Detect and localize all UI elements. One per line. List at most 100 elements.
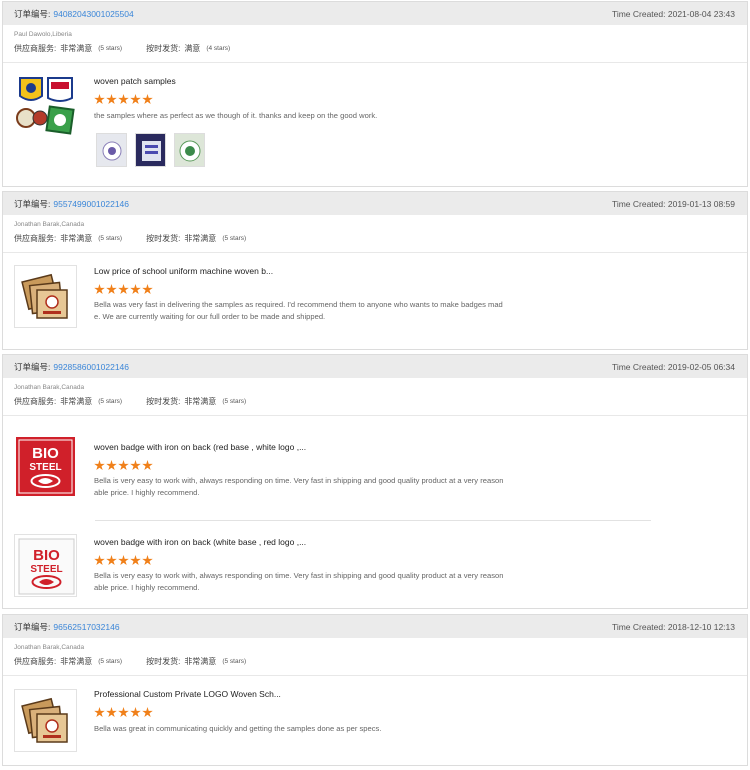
- star-rating: [94, 284, 153, 295]
- time-label: Time Created:: [611, 621, 666, 632]
- time-created: Time Created: 2018-12-10 12:13: [612, 622, 735, 632]
- review-item: BIO STEEL woven badge with iron on back …: [3, 521, 747, 613]
- star-icon: [142, 94, 153, 105]
- product-title[interactable]: woven badge with iron on back (white bas…: [94, 537, 306, 547]
- review-card: 订单编号: 95574990010221​46 Time Created: 201…: [2, 191, 748, 350]
- shipping-stars: (4 stars): [206, 45, 231, 52]
- shipping-rating: 非常满意: [184, 657, 217, 666]
- card-header: 订单编号: 95574990010221​46 Time Created: 201…: [3, 192, 747, 215]
- order-number-link[interactable]: 95574990010221​46: [53, 199, 129, 209]
- ratings-row: 供应商服务: 非常满意 (5 stars) 按时发货: 非常满意 (5 stars): [14, 656, 747, 667]
- star-icon: [106, 284, 117, 295]
- ratings-row: 供应商服务: 非常满意 (5 stars) 按时发货: 非常满意 (5 stars): [14, 233, 747, 244]
- review-item: Professional Custom Private LOGO Woven S…: [3, 676, 747, 760]
- review-photos: [96, 133, 205, 167]
- star-icon: [130, 460, 141, 471]
- supplier-rating: 非常满意: [60, 397, 93, 406]
- time-created: Time Created: 2019-01-13 08:59: [612, 199, 735, 209]
- star-icon: [94, 94, 105, 105]
- time-value: 2018-12-10 12:13: [667, 621, 735, 632]
- time-created: Time Created: 2021-08-04 23:43: [612, 9, 735, 19]
- card-header: 订单编号: 94082043001025504 Time Created: 202…: [3, 2, 747, 25]
- review-card: 订单编号: 94082043001025504 Time Created: 202…: [2, 1, 748, 187]
- star-icon: [106, 460, 117, 471]
- shipping-rating: 非常满意: [184, 234, 217, 243]
- supplier-label: 供应商服务:: [14, 657, 57, 666]
- time-created: Time Created: 2019-02-05 06:34: [612, 362, 735, 372]
- supplier-stars: (5 stars): [98, 658, 123, 665]
- buyer-name: Paul Dawolo,Liberia: [14, 31, 72, 38]
- product-title[interactable]: woven badge with iron on back (red base …: [94, 442, 306, 452]
- order-label: 订单编号:: [14, 361, 51, 372]
- time-value: 2019-01-13 08:59: [667, 198, 735, 209]
- review-card: 订单编号: 99285860010221​46 Time Created: 201…: [2, 354, 748, 609]
- star-icon: [130, 284, 141, 295]
- time-value: 2021-08-04 23:43: [667, 8, 735, 19]
- shipping-stars: (5 stars): [222, 398, 247, 405]
- product-thumbnail[interactable]: BIO STEEL: [14, 534, 77, 597]
- order-label: 订单编号:: [14, 621, 51, 632]
- supplier-stars: (5 stars): [98, 45, 123, 52]
- star-icon: [94, 460, 105, 471]
- buyer-name: Jonathan Barak,Canada: [14, 644, 85, 651]
- product-thumbnail[interactable]: [14, 74, 77, 137]
- time-label: Time Created:: [611, 361, 666, 372]
- card-header: 订单编号: 99285860010221​46 Time Created: 201…: [3, 355, 747, 378]
- star-icon: [106, 707, 117, 718]
- review-text: Bella is very easy to work with, always …: [94, 476, 504, 497]
- star-icon: [142, 460, 153, 471]
- star-icon: [118, 555, 129, 566]
- supplier-stars: (5 stars): [98, 235, 123, 242]
- order-number-link[interactable]: 99285860010221​46: [53, 362, 129, 372]
- review-item: BIO STEEL woven badge with iron on back …: [3, 416, 747, 520]
- star-icon: [130, 94, 141, 105]
- review-text: Bella was very fast in delivering the sa…: [94, 300, 503, 321]
- review-card: 订单编号: 96562517032146 Time Created: 2018-1…: [2, 614, 748, 766]
- product-thumbnail[interactable]: [14, 689, 77, 752]
- order-label: 订单编号:: [14, 8, 51, 19]
- star-icon: [130, 707, 141, 718]
- order-number-link[interactable]: 94082043001025504: [53, 9, 133, 19]
- star-icon: [118, 460, 129, 471]
- star-icon: [118, 707, 129, 718]
- supplier-stars: (5 stars): [98, 398, 123, 405]
- supplier-rating: 非常满意: [60, 44, 93, 53]
- review-text: the samples where as perfect as we thoug…: [94, 111, 378, 120]
- supplier-rating: 非常满意: [60, 657, 93, 666]
- star-icon: [118, 284, 129, 295]
- star-icon: [142, 555, 153, 566]
- product-thumbnail[interactable]: BIO STEEL: [14, 435, 77, 498]
- steel-text: STEEL: [29, 462, 61, 473]
- product-title[interactable]: Low price of school uniform machine wove…: [94, 266, 273, 276]
- review-item: Low price of school uniform machine wove…: [3, 253, 747, 343]
- star-icon: [142, 284, 153, 295]
- supplier-label: 供应商服务:: [14, 397, 57, 406]
- time-label: Time Created:: [611, 198, 666, 209]
- order-number-link[interactable]: 96562517032146: [53, 622, 119, 632]
- star-rating: [94, 555, 153, 566]
- ratings-row: 供应商服务: 非常满意 (5 stars) 按时发货: 非常满意 (5 stars): [14, 396, 747, 407]
- shipping-label: 按时发货:: [146, 234, 181, 243]
- product-title[interactable]: woven patch samples: [94, 76, 176, 86]
- star-rating: [94, 94, 153, 105]
- review-photo[interactable]: [96, 133, 127, 167]
- star-icon: [106, 555, 117, 566]
- star-rating: [94, 707, 153, 718]
- review-text: Bella is very easy to work with, always …: [94, 571, 504, 592]
- supplier-label: 供应商服务:: [14, 234, 57, 243]
- shipping-rating: 非常满意: [184, 397, 217, 406]
- star-icon: [106, 94, 117, 105]
- review-photo[interactable]: [174, 133, 205, 167]
- star-icon: [94, 555, 105, 566]
- steel-text: STEEL: [30, 564, 62, 575]
- buyer-name: Jonathan Barak,Canada: [14, 384, 85, 391]
- card-header: 订单编号: 96562517032146 Time Created: 2018-1…: [3, 615, 747, 638]
- star-icon: [142, 707, 153, 718]
- star-icon: [94, 284, 105, 295]
- product-title[interactable]: Professional Custom Private LOGO Woven S…: [94, 689, 281, 699]
- buyer-name: Jonathan Barak,Canada: [14, 221, 85, 228]
- product-thumbnail[interactable]: [14, 265, 77, 328]
- review-photo[interactable]: [135, 133, 166, 167]
- review-item: woven patch samples the samples where as…: [3, 63, 747, 181]
- time-value: 2019-02-05 06:34: [667, 361, 735, 372]
